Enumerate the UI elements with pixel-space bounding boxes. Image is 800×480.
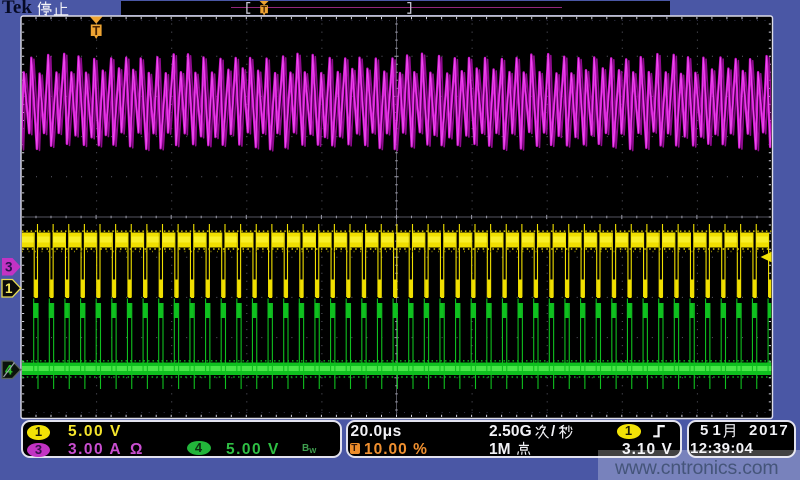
svg-text:T: T bbox=[92, 24, 100, 38]
svg-text:1: 1 bbox=[5, 281, 13, 296]
svg-text:3: 3 bbox=[5, 259, 13, 274]
